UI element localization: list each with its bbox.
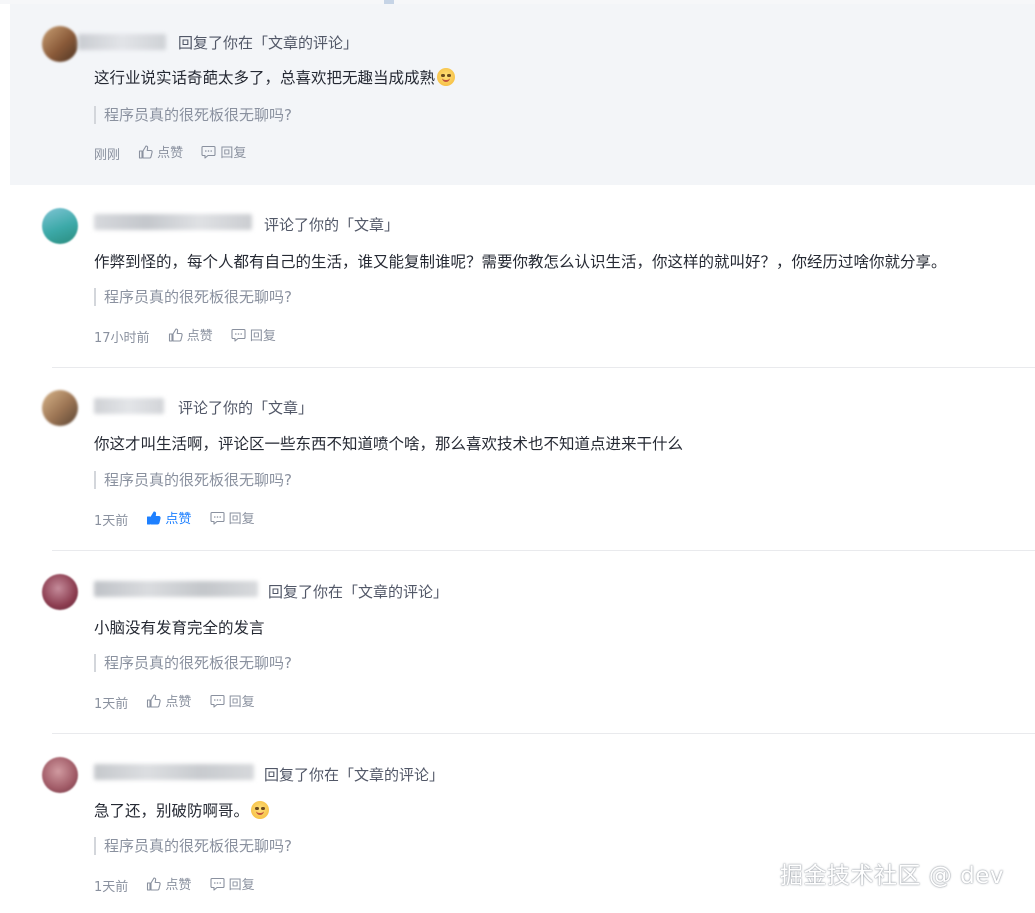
like-button[interactable]: 点赞 (168, 325, 213, 344)
comment-icon (210, 694, 225, 708)
smiling-face-icon (437, 68, 456, 86)
notification-item[interactable]: 回复了你在「文章的评论」 小脑没有发育完全的发言 程序员真的很死板很无聊吗? 1… (10, 551, 1035, 734)
reply-label: 回复 (249, 329, 276, 344)
comment-icon (231, 328, 246, 342)
timestamp: 1天前 (94, 696, 129, 712)
notification-item[interactable]: 评论了你的「文章」 你这才叫生活啊，评论区一些东西不知道喷个啥，那么喜欢技术也不… (10, 368, 1035, 551)
notification-meta: 17小时前 点赞 回复 (94, 325, 276, 346)
username[interactable] (94, 214, 252, 230)
like-label: 点赞 (157, 146, 184, 161)
comment-content: 小脑没有发育完全的发言 (94, 617, 265, 639)
reply-button[interactable]: 回复 (210, 691, 255, 710)
timestamp: 刚刚 (94, 147, 121, 163)
timestamp: 1天前 (94, 879, 129, 895)
notification-item[interactable]: 评论了你的「文章」 作弊到怪的，每个人都有自己的生活，谁又能复制谁呢？需要你教怎… (10, 185, 1035, 368)
like-button[interactable]: 点赞 (146, 874, 191, 893)
username[interactable] (78, 34, 166, 50)
timestamp: 1天前 (94, 513, 129, 529)
like-button[interactable]: 点赞 (138, 142, 183, 161)
thumbs-up-filled-icon (147, 511, 162, 524)
quoted-article[interactable]: 程序员真的很死板很无聊吗? (94, 471, 292, 489)
like-button[interactable]: 点赞 (146, 691, 191, 710)
comment-content: 急了还，别破防啊哥。 (94, 800, 270, 822)
username[interactable] (94, 764, 254, 780)
avatar[interactable] (42, 574, 78, 610)
thumbs-up-icon (147, 693, 162, 708)
comment-content: 你这才叫生活啊，评论区一些东西不知道喷个啥，那么喜欢技术也不知道点进来干什么 (94, 433, 683, 455)
like-label: 点赞 (165, 695, 192, 710)
thumbs-up-icon (147, 876, 162, 891)
like-label: 点赞 (165, 878, 192, 893)
comment-icon (210, 511, 225, 525)
comment-icon (201, 145, 216, 159)
timestamp: 17小时前 (94, 330, 150, 346)
comment-icon (210, 877, 225, 891)
notification-meta: 1天前 点赞 回复 (94, 691, 255, 712)
comment-text: 你这才叫生活啊，评论区一些东西不知道喷个啥，那么喜欢技术也不知道点进来干什么 (94, 435, 684, 453)
quoted-article[interactable]: 程序员真的很死板很无聊吗? (94, 837, 292, 855)
comment-text: 急了还，别破防啊哥。 (94, 802, 250, 820)
reply-label: 回复 (228, 512, 255, 527)
reply-label: 回复 (228, 695, 255, 710)
smiling-face-icon (251, 801, 270, 819)
username[interactable] (94, 398, 164, 414)
reply-button[interactable]: 回复 (210, 508, 255, 527)
notification-action: 评论了你的「文章」 (178, 399, 314, 417)
avatar[interactable] (42, 757, 78, 793)
like-label: 点赞 (165, 512, 192, 527)
reply-button[interactable]: 回复 (201, 142, 246, 161)
avatar[interactable] (42, 26, 78, 62)
reply-button[interactable]: 回复 (231, 325, 276, 344)
quoted-article[interactable]: 程序员真的很死板很无聊吗? (94, 106, 292, 124)
like-button[interactable]: 点赞 (146, 508, 191, 527)
like-label: 点赞 (186, 329, 213, 344)
notification-action: 回复了你在「文章的评论」 (264, 766, 445, 784)
notification-meta: 刚刚 点赞 回复 (94, 142, 246, 163)
reply-label: 回复 (228, 878, 255, 893)
quoted-article[interactable]: 程序员真的很死板很无聊吗? (94, 654, 292, 672)
avatar[interactable] (42, 390, 78, 426)
quoted-article[interactable]: 程序员真的很死板很无聊吗? (94, 288, 292, 306)
notification-action: 回复了你在「文章的评论」 (178, 34, 359, 52)
notification-item[interactable]: 回复了你在「文章的评论」 这行业说实话奇葩太多了，总喜欢把无趣当成成熟 程序员真… (10, 4, 1035, 185)
reply-label: 回复 (220, 146, 247, 161)
comment-text: 作弊到怪的，每个人都有自己的生活，谁又能复制谁呢？需要你教怎么认识生活，你这样的… (94, 253, 947, 271)
thumbs-up-icon (139, 144, 153, 159)
thumbs-up-icon (168, 327, 183, 342)
comment-text: 这行业说实话奇葩太多了，总喜欢把无趣当成成熟 (94, 69, 436, 87)
avatar[interactable] (42, 208, 78, 244)
username[interactable] (94, 581, 258, 597)
notification-meta: 1天前 点赞 回复 (94, 508, 255, 529)
notification-action: 评论了你的「文章」 (264, 216, 400, 234)
comment-content: 这行业说实话奇葩太多了，总喜欢把无趣当成成熟 (94, 67, 456, 89)
notification-meta: 1天前 点赞 回复 (94, 874, 255, 895)
watermark: 掘金技术社区 @ dev (780, 863, 1004, 889)
comment-text: 小脑没有发育完全的发言 (94, 619, 265, 637)
comment-content: 作弊到怪的，每个人都有自己的生活，谁又能复制谁呢？需要你教怎么认识生活，你这样的… (94, 251, 947, 273)
reply-button[interactable]: 回复 (210, 874, 255, 893)
notification-action: 回复了你在「文章的评论」 (268, 583, 449, 601)
